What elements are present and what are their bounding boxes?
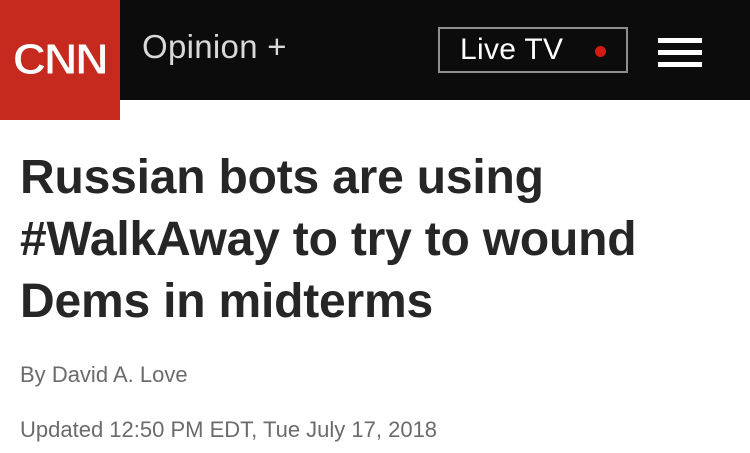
site-header: CNN Opinion + Live TV bbox=[0, 0, 750, 120]
menu-bar bbox=[658, 38, 702, 43]
byline: By David A. Love bbox=[20, 362, 188, 388]
logo-text: CNN bbox=[13, 35, 110, 85]
byline-prefix: By bbox=[20, 362, 46, 387]
live-tv-button[interactable]: Live TV bbox=[438, 27, 628, 73]
menu-bar bbox=[658, 62, 702, 67]
live-tv-label: Live TV bbox=[460, 33, 564, 66]
hamburger-menu-icon[interactable] bbox=[658, 38, 702, 68]
menu-bar bbox=[658, 50, 702, 55]
article-headline: Russian bots are using #WalkAway to try … bbox=[20, 151, 637, 328]
author-link[interactable]: David A. Love bbox=[52, 362, 188, 387]
live-indicator-dot-icon bbox=[595, 46, 606, 57]
section-label[interactable]: Opinion + bbox=[142, 28, 287, 66]
cnn-logo[interactable]: CNN bbox=[0, 0, 120, 120]
updated-timestamp: Updated 12:50 PM EDT, Tue July 17, 2018 bbox=[20, 417, 438, 442]
